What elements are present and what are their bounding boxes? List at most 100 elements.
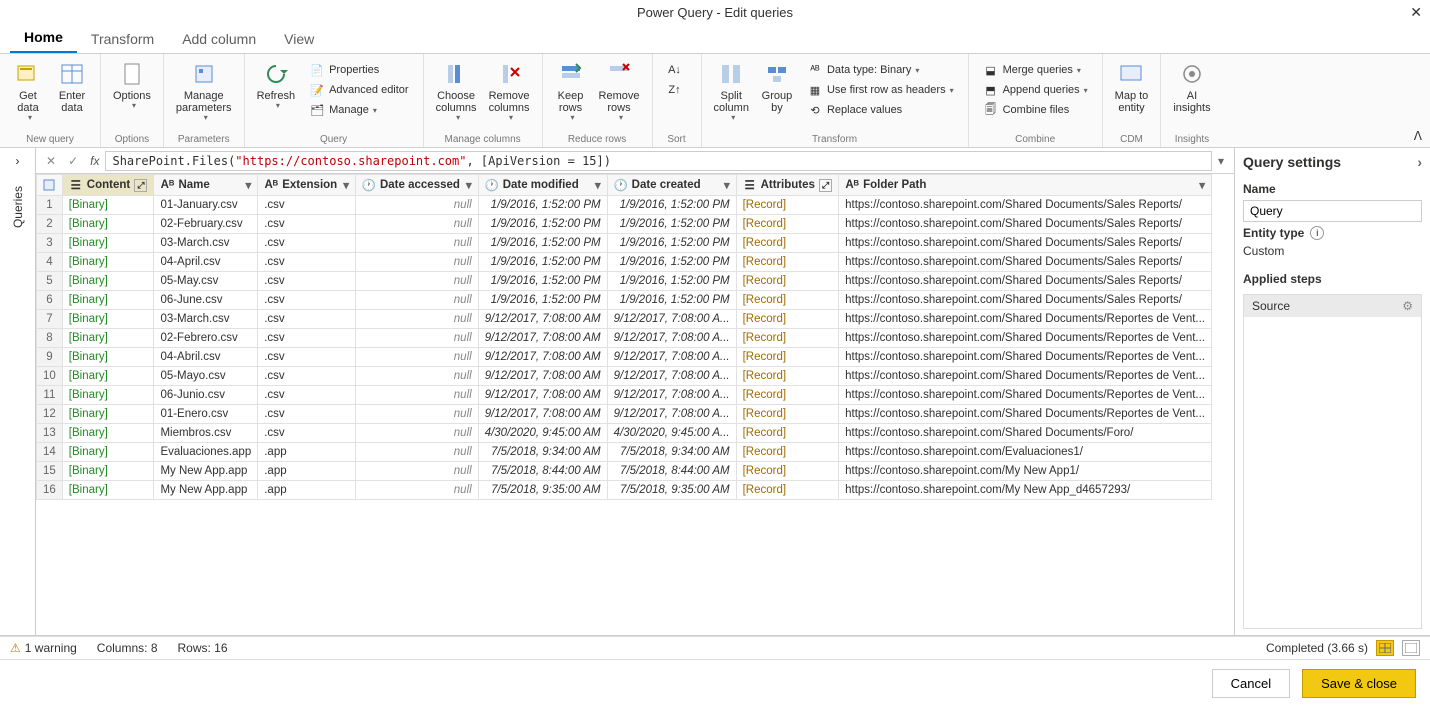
tab-transform[interactable]: Transform bbox=[77, 25, 168, 53]
cell-attributes[interactable]: [Record] bbox=[736, 272, 839, 291]
cell-date-created[interactable]: 1/9/2016, 1:52:00 PM bbox=[607, 234, 736, 253]
formula-commit-icon[interactable]: ✓ bbox=[62, 154, 84, 168]
cell-attributes[interactable]: [Record] bbox=[736, 253, 839, 272]
row-number[interactable]: 2 bbox=[37, 215, 63, 234]
cell-date-accessed[interactable]: null bbox=[355, 443, 478, 462]
query-name-input[interactable] bbox=[1243, 200, 1422, 222]
cell-attributes[interactable]: [Record] bbox=[736, 424, 839, 443]
refresh-button[interactable]: Refresh▾ bbox=[251, 56, 302, 115]
col-header-date-accessed[interactable]: 🕐Date accessed▾ bbox=[355, 175, 478, 196]
cell-date-modified[interactable]: 1/9/2016, 1:52:00 PM bbox=[478, 196, 607, 215]
cell-folder-path[interactable]: https://contoso.sharepoint.com/Shared Do… bbox=[839, 310, 1212, 329]
expand-icon[interactable]: ⤢ bbox=[819, 179, 832, 192]
cell-name[interactable]: My New App.app bbox=[154, 481, 258, 500]
cell-name[interactable]: 05-May.csv bbox=[154, 272, 258, 291]
cell-extension[interactable]: .app bbox=[258, 443, 356, 462]
data-type-button[interactable]: ᴬᴮData type: Binary▾ bbox=[803, 60, 958, 80]
cell-extension[interactable]: .csv bbox=[258, 405, 356, 424]
cell-attributes[interactable]: [Record] bbox=[736, 405, 839, 424]
cell-attributes[interactable]: [Record] bbox=[736, 367, 839, 386]
cell-date-created[interactable]: 1/9/2016, 1:52:00 PM bbox=[607, 215, 736, 234]
cell-content[interactable]: [Binary] bbox=[62, 405, 154, 424]
cell-name[interactable]: 02-February.csv bbox=[154, 215, 258, 234]
cell-date-accessed[interactable]: null bbox=[355, 367, 478, 386]
cell-date-accessed[interactable]: null bbox=[355, 291, 478, 310]
cell-content[interactable]: [Binary] bbox=[62, 253, 154, 272]
cell-extension[interactable]: .csv bbox=[258, 424, 356, 443]
cell-name[interactable]: Miembros.csv bbox=[154, 424, 258, 443]
cell-date-created[interactable]: 1/9/2016, 1:52:00 PM bbox=[607, 253, 736, 272]
sort-desc-button[interactable]: Z↑ bbox=[663, 80, 691, 100]
cell-date-created[interactable]: 1/9/2016, 1:52:00 PM bbox=[607, 291, 736, 310]
ai-insights-button[interactable]: AI insights bbox=[1167, 56, 1216, 118]
map-to-entity-button[interactable]: Map to entity bbox=[1109, 56, 1155, 118]
cell-content[interactable]: [Binary] bbox=[62, 386, 154, 405]
cell-folder-path[interactable]: https://contoso.sharepoint.com/Shared Do… bbox=[839, 234, 1212, 253]
cell-name[interactable]: Evaluaciones.app bbox=[154, 443, 258, 462]
get-data-button[interactable]: Get data▾ bbox=[6, 56, 50, 127]
cell-name[interactable]: 01-Enero.csv bbox=[154, 405, 258, 424]
cell-content[interactable]: [Binary] bbox=[62, 443, 154, 462]
cell-date-created[interactable]: 9/12/2017, 7:08:00 A... bbox=[607, 329, 736, 348]
row-number[interactable]: 14 bbox=[37, 443, 63, 462]
cell-date-accessed[interactable]: null bbox=[355, 310, 478, 329]
cell-date-modified[interactable]: 9/12/2017, 7:08:00 AM bbox=[478, 386, 607, 405]
cell-date-created[interactable]: 9/12/2017, 7:08:00 A... bbox=[607, 367, 736, 386]
cell-name[interactable]: 03-March.csv bbox=[154, 310, 258, 329]
cell-folder-path[interactable]: https://contoso.sharepoint.com/Shared Do… bbox=[839, 215, 1212, 234]
table-row[interactable]: 9[Binary]04-Abril.csv.csvnull9/12/2017, … bbox=[37, 348, 1212, 367]
append-queries-button[interactable]: ⬒Append queries▾ bbox=[979, 80, 1092, 100]
first-row-headers-button[interactable]: ▦Use first row as headers▾ bbox=[803, 80, 958, 100]
enter-data-button[interactable]: Enter data bbox=[50, 56, 94, 118]
formula-cancel-icon[interactable]: ✕ bbox=[40, 154, 62, 168]
cell-date-modified[interactable]: 9/12/2017, 7:08:00 AM bbox=[478, 367, 607, 386]
cell-content[interactable]: [Binary] bbox=[62, 310, 154, 329]
cell-attributes[interactable]: [Record] bbox=[736, 443, 839, 462]
cell-content[interactable]: [Binary] bbox=[62, 196, 154, 215]
cell-folder-path[interactable]: https://contoso.sharepoint.com/Shared Do… bbox=[839, 196, 1212, 215]
cell-date-accessed[interactable]: null bbox=[355, 329, 478, 348]
cell-date-created[interactable]: 7/5/2018, 9:34:00 AM bbox=[607, 443, 736, 462]
grid-view-button[interactable] bbox=[1376, 640, 1394, 656]
table-row[interactable]: 7[Binary]03-March.csv.csvnull9/12/2017, … bbox=[37, 310, 1212, 329]
cell-folder-path[interactable]: https://contoso.sharepoint.com/Shared Do… bbox=[839, 367, 1212, 386]
cell-folder-path[interactable]: https://contoso.sharepoint.com/Shared Do… bbox=[839, 291, 1212, 310]
collapse-ribbon-icon[interactable]: ᐱ bbox=[1414, 129, 1422, 143]
cell-extension[interactable]: .csv bbox=[258, 329, 356, 348]
cell-date-modified[interactable]: 4/30/2020, 9:45:00 AM bbox=[478, 424, 607, 443]
table-row[interactable]: 6[Binary]06-June.csv.csvnull1/9/2016, 1:… bbox=[37, 291, 1212, 310]
cell-date-modified[interactable]: 7/5/2018, 9:35:00 AM bbox=[478, 481, 607, 500]
table-row[interactable]: 16[Binary]My New App.app.appnull7/5/2018… bbox=[37, 481, 1212, 500]
cell-extension[interactable]: .csv bbox=[258, 367, 356, 386]
cell-attributes[interactable]: [Record] bbox=[736, 348, 839, 367]
cell-folder-path[interactable]: https://contoso.sharepoint.com/My New Ap… bbox=[839, 481, 1212, 500]
cell-content[interactable]: [Binary] bbox=[62, 367, 154, 386]
cell-date-modified[interactable]: 1/9/2016, 1:52:00 PM bbox=[478, 215, 607, 234]
cell-folder-path[interactable]: https://contoso.sharepoint.com/Shared Do… bbox=[839, 253, 1212, 272]
table-row[interactable]: 2[Binary]02-February.csv.csvnull1/9/2016… bbox=[37, 215, 1212, 234]
cell-date-accessed[interactable]: null bbox=[355, 386, 478, 405]
cell-name[interactable]: 01-January.csv bbox=[154, 196, 258, 215]
cell-date-modified[interactable]: 1/9/2016, 1:52:00 PM bbox=[478, 253, 607, 272]
keep-rows-button[interactable]: Keep rows▾ bbox=[549, 56, 593, 127]
manage-button[interactable]: 🗂Manage▾ bbox=[305, 100, 413, 120]
row-number[interactable]: 13 bbox=[37, 424, 63, 443]
cell-date-accessed[interactable]: null bbox=[355, 234, 478, 253]
cancel-button[interactable]: Cancel bbox=[1212, 669, 1290, 698]
table-row[interactable]: 1[Binary]01-January.csv.csvnull1/9/2016,… bbox=[37, 196, 1212, 215]
row-number[interactable]: 7 bbox=[37, 310, 63, 329]
cell-content[interactable]: [Binary] bbox=[62, 462, 154, 481]
cell-extension[interactable]: .csv bbox=[258, 272, 356, 291]
cell-date-modified[interactable]: 1/9/2016, 1:52:00 PM bbox=[478, 272, 607, 291]
formula-fx-icon[interactable]: fx bbox=[84, 154, 105, 168]
cell-attributes[interactable]: [Record] bbox=[736, 215, 839, 234]
row-number[interactable]: 16 bbox=[37, 481, 63, 500]
cell-content[interactable]: [Binary] bbox=[62, 481, 154, 500]
row-number[interactable]: 11 bbox=[37, 386, 63, 405]
cell-date-modified[interactable]: 1/9/2016, 1:52:00 PM bbox=[478, 234, 607, 253]
cell-date-accessed[interactable]: null bbox=[355, 348, 478, 367]
row-number[interactable]: 3 bbox=[37, 234, 63, 253]
table-row[interactable]: 10[Binary]05-Mayo.csv.csvnull9/12/2017, … bbox=[37, 367, 1212, 386]
cell-folder-path[interactable]: https://contoso.sharepoint.com/Shared Do… bbox=[839, 386, 1212, 405]
cell-extension[interactable]: .app bbox=[258, 481, 356, 500]
